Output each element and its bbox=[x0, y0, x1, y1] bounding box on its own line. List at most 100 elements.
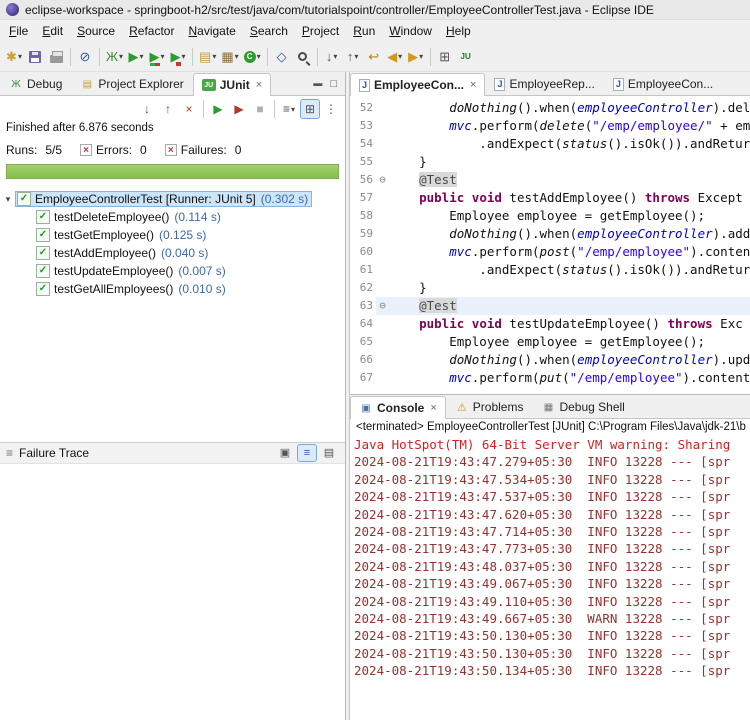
stop-junit-test-run-icon[interactable]: ■ bbox=[250, 99, 270, 119]
filter-stack-trace-icon[interactable]: ≡ bbox=[297, 444, 317, 462]
tree-item-test-get-employee[interactable]: ✓ testGetEmployee() (0.125 s) bbox=[0, 226, 345, 244]
print-icon[interactable] bbox=[46, 46, 66, 68]
toolbar-separator bbox=[203, 100, 204, 118]
menu-navigate[interactable]: Navigate bbox=[181, 22, 242, 40]
rerun-failed-tests-first-icon[interactable]: ▶ bbox=[229, 99, 249, 119]
search-icon[interactable] bbox=[293, 46, 313, 68]
tree-item-test-delete-employee[interactable]: ✓ testDeleteEmployee() (0.114 s) bbox=[0, 208, 345, 226]
show-stack-trace-in-console-icon[interactable]: ▣ bbox=[275, 444, 295, 462]
new-java-class-icon[interactable]: C▾ bbox=[242, 46, 263, 68]
run-external-tools-icon[interactable]: ▶▾ bbox=[168, 46, 188, 68]
code-line[interactable]: 58 Employee employee = getEmployee(); bbox=[350, 207, 750, 225]
menu-refactor[interactable]: Refactor bbox=[122, 22, 181, 40]
next-annotation-icon[interactable]: ↓▾ bbox=[322, 46, 342, 68]
code-line[interactable]: 53 mvc.perform(delete("/emp/employee/" +… bbox=[350, 117, 750, 135]
menu-run[interactable]: Run bbox=[346, 22, 382, 40]
test-run-history-icon[interactable]: ≡▾ bbox=[279, 99, 299, 119]
show-next-failed-test-icon[interactable]: ↓ bbox=[137, 99, 157, 119]
tree-root[interactable]: ▾ ✓ EmployeeControllerTest [Runner: JUni… bbox=[0, 190, 345, 208]
code-line[interactable]: 65 Employee employee = getEmployee(); bbox=[350, 333, 750, 351]
suite-label: EmployeeControllerTest [Runner: JUnit 5] bbox=[35, 192, 256, 206]
tab-console[interactable]: ▣ Console × bbox=[350, 396, 446, 419]
tab-project-explorer[interactable]: ▤ Project Explorer bbox=[71, 72, 192, 95]
project-explorer-icon: ▤ bbox=[80, 78, 94, 91]
line-number: 56 bbox=[350, 171, 376, 189]
dropdown-arrow-icon: ▾ bbox=[18, 52, 22, 61]
dropdown-arrow-icon: ▾ bbox=[257, 52, 261, 61]
console-tab-bar: ▣ Console × ⚠ Problems ▦ Debug Shell bbox=[350, 395, 750, 419]
tab-problems[interactable]: ⚠ Problems bbox=[446, 395, 533, 418]
toolbar-separator bbox=[99, 48, 100, 66]
junit-shortcut-icon[interactable]: JU bbox=[456, 46, 476, 68]
open-perspective-icon[interactable]: ⊞ bbox=[435, 46, 455, 68]
code-line[interactable]: 63⊖ @Test bbox=[350, 297, 750, 315]
code-line[interactable]: 61 .andExpect(status().isOk()).andRetur bbox=[350, 261, 750, 279]
code-line[interactable]: 59 doNothing().when(employeeController).… bbox=[350, 225, 750, 243]
show-failures-only-icon[interactable]: × bbox=[179, 99, 199, 119]
close-icon[interactable]: × bbox=[256, 79, 262, 91]
failure-trace-header: ≡ Failure Trace ▣≡▤ bbox=[0, 442, 345, 464]
menu-edit[interactable]: Edit bbox=[35, 22, 70, 40]
test-tree: ▾ ✓ EmployeeControllerTest [Runner: JUni… bbox=[0, 182, 345, 442]
code-line[interactable]: 54 .andExpect(status().isOk()).andRetur bbox=[350, 135, 750, 153]
tab-employee-controller-test[interactable]: J EmployeeCon... × bbox=[350, 73, 485, 96]
code-line[interactable]: 67 mvc.perform(put("/emp/employee").cont… bbox=[350, 369, 750, 387]
menu-project[interactable]: Project bbox=[295, 22, 346, 40]
code-line[interactable]: 62 } bbox=[350, 279, 750, 297]
back-icon[interactable]: ◀▾ bbox=[385, 46, 405, 68]
open-type-icon[interactable]: ◇ bbox=[272, 46, 292, 68]
fold-minus-icon: ⊖ bbox=[376, 171, 389, 189]
expander-icon[interactable]: ▾ bbox=[0, 194, 16, 205]
save-icon[interactable] bbox=[25, 46, 45, 68]
dropdown-arrow-icon: ▾ bbox=[333, 52, 337, 61]
layout-icon[interactable]: ⊞ bbox=[300, 99, 320, 119]
code-line[interactable]: 56⊖ @Test bbox=[350, 171, 750, 189]
rerun-test-icon[interactable]: ▶ bbox=[208, 99, 228, 119]
code-editor[interactable]: 52 doNothing().when(employeeController).… bbox=[350, 96, 750, 392]
close-icon[interactable]: × bbox=[470, 79, 476, 91]
last-edit-location-icon[interactable]: ↩ bbox=[364, 46, 384, 68]
junit-view: Ж Debug ▤ Project Explorer JU JUnit × ▬ … bbox=[0, 72, 346, 720]
code-line[interactable]: 55 } bbox=[350, 153, 750, 171]
tree-item-test-get-all-employees[interactable]: ✓ testGetAllEmployees() (0.010 s) bbox=[0, 280, 345, 298]
new-java-package-icon[interactable]: ▦▾ bbox=[219, 46, 240, 68]
tree-item-test-update-employee[interactable]: ✓ testUpdateEmployee() (0.007 s) bbox=[0, 262, 345, 280]
previous-annotation-icon[interactable]: ↑▾ bbox=[343, 46, 363, 68]
runs-label: Runs: bbox=[6, 143, 37, 157]
skip-all-breakpoints-icon[interactable]: ⊘ bbox=[75, 46, 95, 68]
new-wizard-icon[interactable]: ✱▾ bbox=[4, 46, 24, 68]
code-line[interactable]: 57 public void testAddEmployee() throws … bbox=[350, 189, 750, 207]
tab-employee-repository[interactable]: J EmployeeRep... bbox=[485, 72, 603, 95]
menu-search[interactable]: Search bbox=[243, 22, 295, 40]
code-line[interactable]: 60 mvc.perform(post("/emp/employee").con… bbox=[350, 243, 750, 261]
menu-file[interactable]: File bbox=[2, 22, 35, 40]
new-java-project-icon[interactable]: ▤▾ bbox=[197, 46, 218, 68]
failure-trace-icon: ≡ bbox=[6, 446, 13, 460]
title-bar[interactable]: eclipse-workspace - springboot-h2/src/te… bbox=[0, 0, 750, 20]
tree-item-test-add-employee[interactable]: ✓ testAddEmployee() (0.040 s) bbox=[0, 244, 345, 262]
compare-results-icon[interactable]: ▤ bbox=[319, 444, 339, 462]
debug-icon[interactable]: Ж▾ bbox=[104, 46, 125, 68]
minimize-icon[interactable]: ▬ bbox=[313, 78, 322, 90]
fold-gutter bbox=[376, 225, 389, 243]
menu-window[interactable]: Window bbox=[382, 22, 439, 40]
tab-debug-shell[interactable]: ▦ Debug Shell bbox=[532, 395, 633, 418]
tab-debug[interactable]: Ж Debug bbox=[0, 72, 71, 95]
line-number: 55 bbox=[350, 153, 376, 171]
close-icon[interactable]: × bbox=[430, 402, 436, 414]
line-number: 54 bbox=[350, 135, 376, 153]
tab-employee-controller[interactable]: J EmployeeCon... bbox=[604, 72, 722, 95]
forward-icon[interactable]: ▶▾ bbox=[406, 46, 426, 68]
tab-junit[interactable]: JU JUnit × bbox=[193, 73, 271, 96]
code-line[interactable]: 64 public void testUpdateEmployee() thro… bbox=[350, 315, 750, 333]
line-number: 59 bbox=[350, 225, 376, 243]
view-menu-icon[interactable]: ⋮ bbox=[321, 99, 341, 119]
code-line[interactable]: 66 doNothing().when(employeeController).… bbox=[350, 351, 750, 369]
code-line[interactable]: 52 doNothing().when(employeeController).… bbox=[350, 99, 750, 117]
run-icon[interactable]: ▶▾ bbox=[126, 46, 146, 68]
maximize-icon[interactable]: □ bbox=[330, 78, 337, 90]
menu-source[interactable]: Source bbox=[70, 22, 122, 40]
menu-help[interactable]: Help bbox=[439, 22, 478, 40]
show-previous-failed-test-icon[interactable]: ↑ bbox=[158, 99, 178, 119]
coverage-icon[interactable]: ▶▾ bbox=[147, 46, 167, 68]
